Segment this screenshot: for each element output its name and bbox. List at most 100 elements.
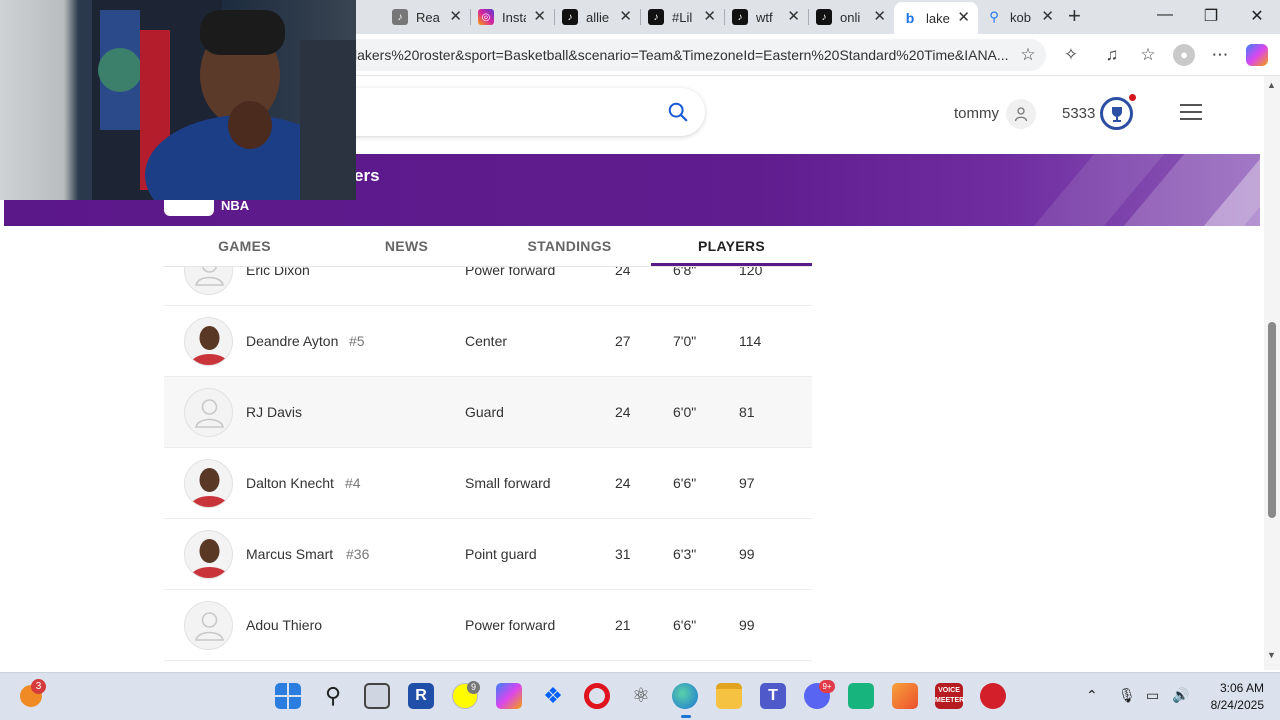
teams-icon[interactable]: T	[760, 683, 786, 709]
more-options-icon[interactable]: ⋯	[1209, 44, 1231, 66]
browser-tab-active[interactable]: b lake ✕	[894, 2, 978, 34]
favorite-star-icon[interactable]: ☆	[1017, 44, 1039, 66]
user-avatar-icon[interactable]	[1006, 99, 1036, 129]
player-position: Power forward	[465, 617, 556, 633]
start-icon[interactable]	[275, 683, 301, 709]
scroll-up-arrow-icon[interactable]: ▲	[1267, 80, 1276, 90]
close-tab-icon[interactable]: ✕	[533, 8, 546, 26]
clock-date[interactable]: 8/24/2025	[1196, 698, 1264, 712]
voicemeeter-label-voice: VOICE	[938, 687, 960, 694]
close-tab-icon[interactable]: ✕	[449, 8, 462, 26]
player-placeholder-icon	[184, 388, 233, 437]
hamburger-menu-icon[interactable]	[1180, 104, 1202, 122]
player-age: 24	[615, 404, 631, 420]
player-row[interactable]: Marcus Smart #36 Point guard 31 6'3" 99	[164, 519, 812, 590]
page-scrollbar[interactable]: ▲ ▼	[1264, 76, 1280, 670]
show-hidden-icons-icon[interactable]: ⌃	[1086, 687, 1098, 704]
react-devtools-icon[interactable]: ⚛	[628, 683, 654, 709]
user-name[interactable]: tommy	[954, 105, 999, 122]
search-icon: ⚲	[989, 9, 999, 24]
tab-players[interactable]: PLAYERS	[651, 226, 812, 266]
player-name[interactable]: Dalton Knecht	[246, 475, 334, 491]
trophy-icon[interactable]	[1100, 97, 1133, 130]
screen: ♪ Real ✕ ◎ Insta ✕ ♪ allie ✕ ♪ #Lil ✕ ♪ …	[0, 0, 1280, 720]
browser-tab[interactable]: ♪ allie ✕	[554, 4, 640, 30]
player-name[interactable]: Adou Thiero	[246, 617, 322, 633]
browser-tab[interactable]: ♪ Real ✕	[384, 4, 470, 30]
browser-tab[interactable]: ♪ onli ✕	[808, 4, 894, 30]
browser-tab[interactable]: ♪ wtf ✕	[724, 4, 808, 30]
tiktok-icon: ♪	[648, 9, 664, 25]
task-view-icon[interactable]	[364, 683, 390, 709]
player-name[interactable]: Marcus Smart	[246, 546, 333, 562]
scroll-down-arrow-icon[interactable]: ▼	[1267, 650, 1276, 660]
player-row[interactable]: Dalton Knecht #4 Small forward 24 6'6" 97	[164, 448, 812, 519]
close-tab-icon[interactable]: ✕	[957, 9, 970, 27]
player-name[interactable]: Eric Dixon	[246, 267, 310, 278]
tiktok-icon: ♪	[562, 9, 578, 25]
tiktok-icon: ♪	[816, 9, 832, 25]
dropbox-icon[interactable]: ❖	[540, 683, 566, 709]
scroll-thumb[interactable]	[1268, 322, 1276, 518]
voicemeeter-icon[interactable]: VOICE MEETER	[935, 683, 965, 709]
player-position: Point guard	[465, 546, 537, 562]
tiktok-icon: ♪	[392, 9, 408, 25]
browser-tab[interactable]: ⚲ kob ✕	[978, 4, 1062, 30]
opera-icon[interactable]	[584, 683, 610, 709]
profile-icon[interactable]: ●	[1173, 44, 1195, 66]
player-weight: 99	[739, 546, 755, 562]
copilot-icon[interactable]	[1246, 44, 1268, 66]
voicemeeter-label-meeter: MEETER	[935, 697, 965, 704]
player-weight: 120	[739, 267, 763, 278]
search-icon[interactable]: ⚲	[320, 683, 346, 709]
player-age: 24	[615, 475, 631, 491]
editor-app-icon[interactable]	[892, 683, 918, 709]
player-age: 27	[615, 333, 631, 349]
file-explorer-icon[interactable]	[716, 683, 742, 709]
antivirus-icon[interactable]	[980, 683, 1006, 709]
player-photo	[184, 317, 233, 366]
close-tab-icon[interactable]: ✕	[703, 8, 716, 26]
player-row[interactable]: Eric Dixon Power forward 24 6'8" 120	[164, 267, 812, 306]
player-photo	[184, 459, 233, 508]
browser-tab[interactable]: ◎ Insta ✕	[470, 4, 554, 30]
search-icon[interactable]	[667, 101, 689, 123]
player-height: 6'6"	[673, 617, 697, 633]
media-icon[interactable]: ♫	[1101, 44, 1123, 66]
restore-button[interactable]: ❐	[1188, 6, 1234, 26]
rewards-points[interactable]: 5333	[1062, 105, 1095, 122]
close-window-button[interactable]: ✕	[1234, 6, 1280, 26]
clock-time[interactable]: 3:06 AM	[1212, 681, 1264, 695]
windows-taskbar: 3 ⚲ R 9 ❖ ⚛ T 9+ VOICE MEETER ⌃ 🎙 ▭ 🔊 3:…	[0, 672, 1280, 720]
player-name[interactable]: RJ Davis	[246, 404, 302, 420]
address-bar[interactable]: lakers%20roster&sport=Basketball&scenari…	[340, 39, 1046, 71]
tab-news[interactable]: NEWS	[325, 226, 488, 266]
minimize-button[interactable]: —	[1142, 6, 1188, 24]
player-name[interactable]: Deandre Ayton	[246, 333, 338, 349]
volume-icon[interactable]: 🔊	[1172, 687, 1189, 704]
team-name: ers	[354, 166, 380, 185]
extensions-icon[interactable]: ✧	[1060, 44, 1082, 66]
player-height: 7'0"	[673, 333, 697, 349]
player-age: 21	[615, 617, 631, 633]
copilot-app-icon[interactable]	[496, 683, 522, 709]
twitch-icon[interactable]	[848, 683, 874, 709]
favorites-icon[interactable]: ☆	[1137, 44, 1159, 66]
readwise-app-icon[interactable]: R	[408, 683, 434, 709]
player-row[interactable]: Deandre Ayton #5 Center 27 7'0" 114	[164, 306, 812, 377]
search-input[interactable]	[330, 88, 705, 136]
player-number: #5	[349, 333, 365, 349]
close-tab-icon[interactable]: ✕	[619, 8, 632, 26]
tab-games[interactable]: GAMES	[164, 226, 325, 266]
browser-tab[interactable]: ♪ #Lil ✕	[640, 4, 724, 30]
tab-standings[interactable]: STANDINGS	[488, 226, 651, 266]
player-row[interactable]: Adou Thiero Power forward 21 6'6" 99	[164, 590, 812, 661]
edge-icon[interactable]	[672, 683, 698, 709]
new-tab-button[interactable]: +	[1068, 4, 1081, 28]
player-row[interactable]: RJ Davis Guard 24 6'0" 81	[164, 377, 812, 448]
microphone-icon[interactable]: 🎙	[1118, 687, 1136, 704]
close-tab-icon[interactable]: ✕	[873, 8, 886, 26]
close-tab-icon[interactable]: ✕	[787, 8, 800, 26]
close-tab-icon[interactable]: ✕	[1041, 8, 1054, 26]
network-icon[interactable]: ▭	[1146, 687, 1159, 704]
